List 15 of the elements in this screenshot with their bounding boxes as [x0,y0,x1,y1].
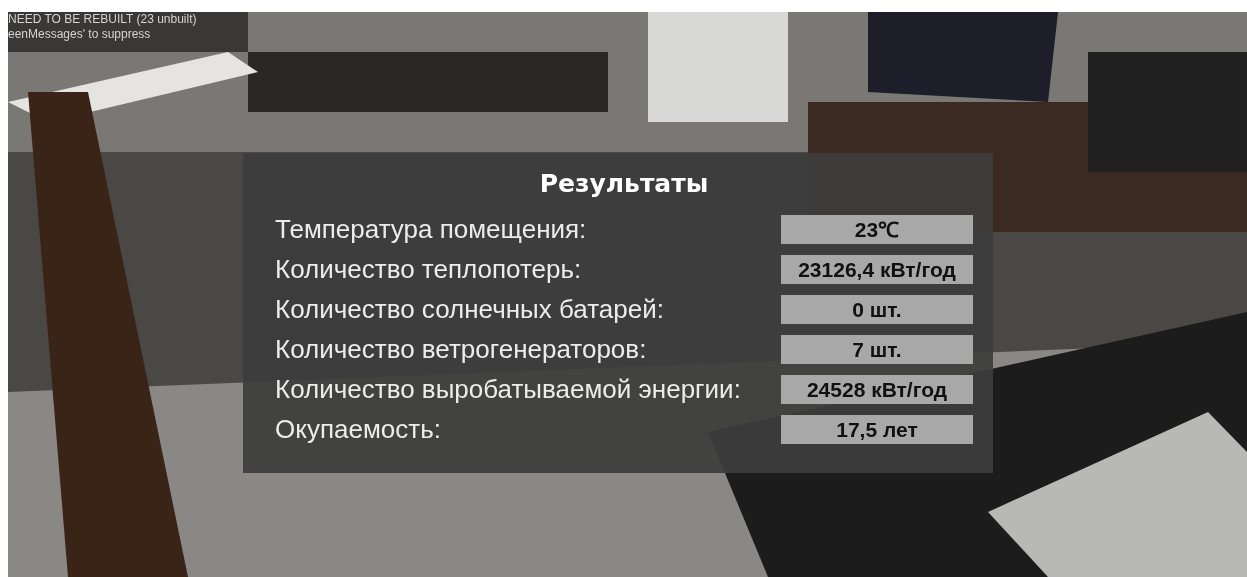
result-label: Количество выробатываемой энергии: [275,373,742,405]
result-value: 0 шт. [781,294,973,324]
result-label: Температура помещения: [275,213,588,245]
result-value: 17,5 лет [781,414,973,444]
result-label: Количество солнечных батарей: [275,293,665,325]
result-label: Количество теплопотерь: [275,253,583,285]
result-label: Окупаемость: [275,413,442,445]
result-value: 23126,4 кВт/год [781,254,973,284]
result-value: 24528 кВт/год [781,374,973,404]
debug-message: NEED TO BE REBUILT (23 unbuilt) [8,12,197,27]
debug-message: eenMessages' to suppress [8,27,152,42]
result-value: 23℃ [781,214,973,244]
result-label: Количество ветрогенераторов: [275,333,648,365]
panel-title: Результаты [538,168,710,200]
result-value: 7 шт. [781,334,973,364]
